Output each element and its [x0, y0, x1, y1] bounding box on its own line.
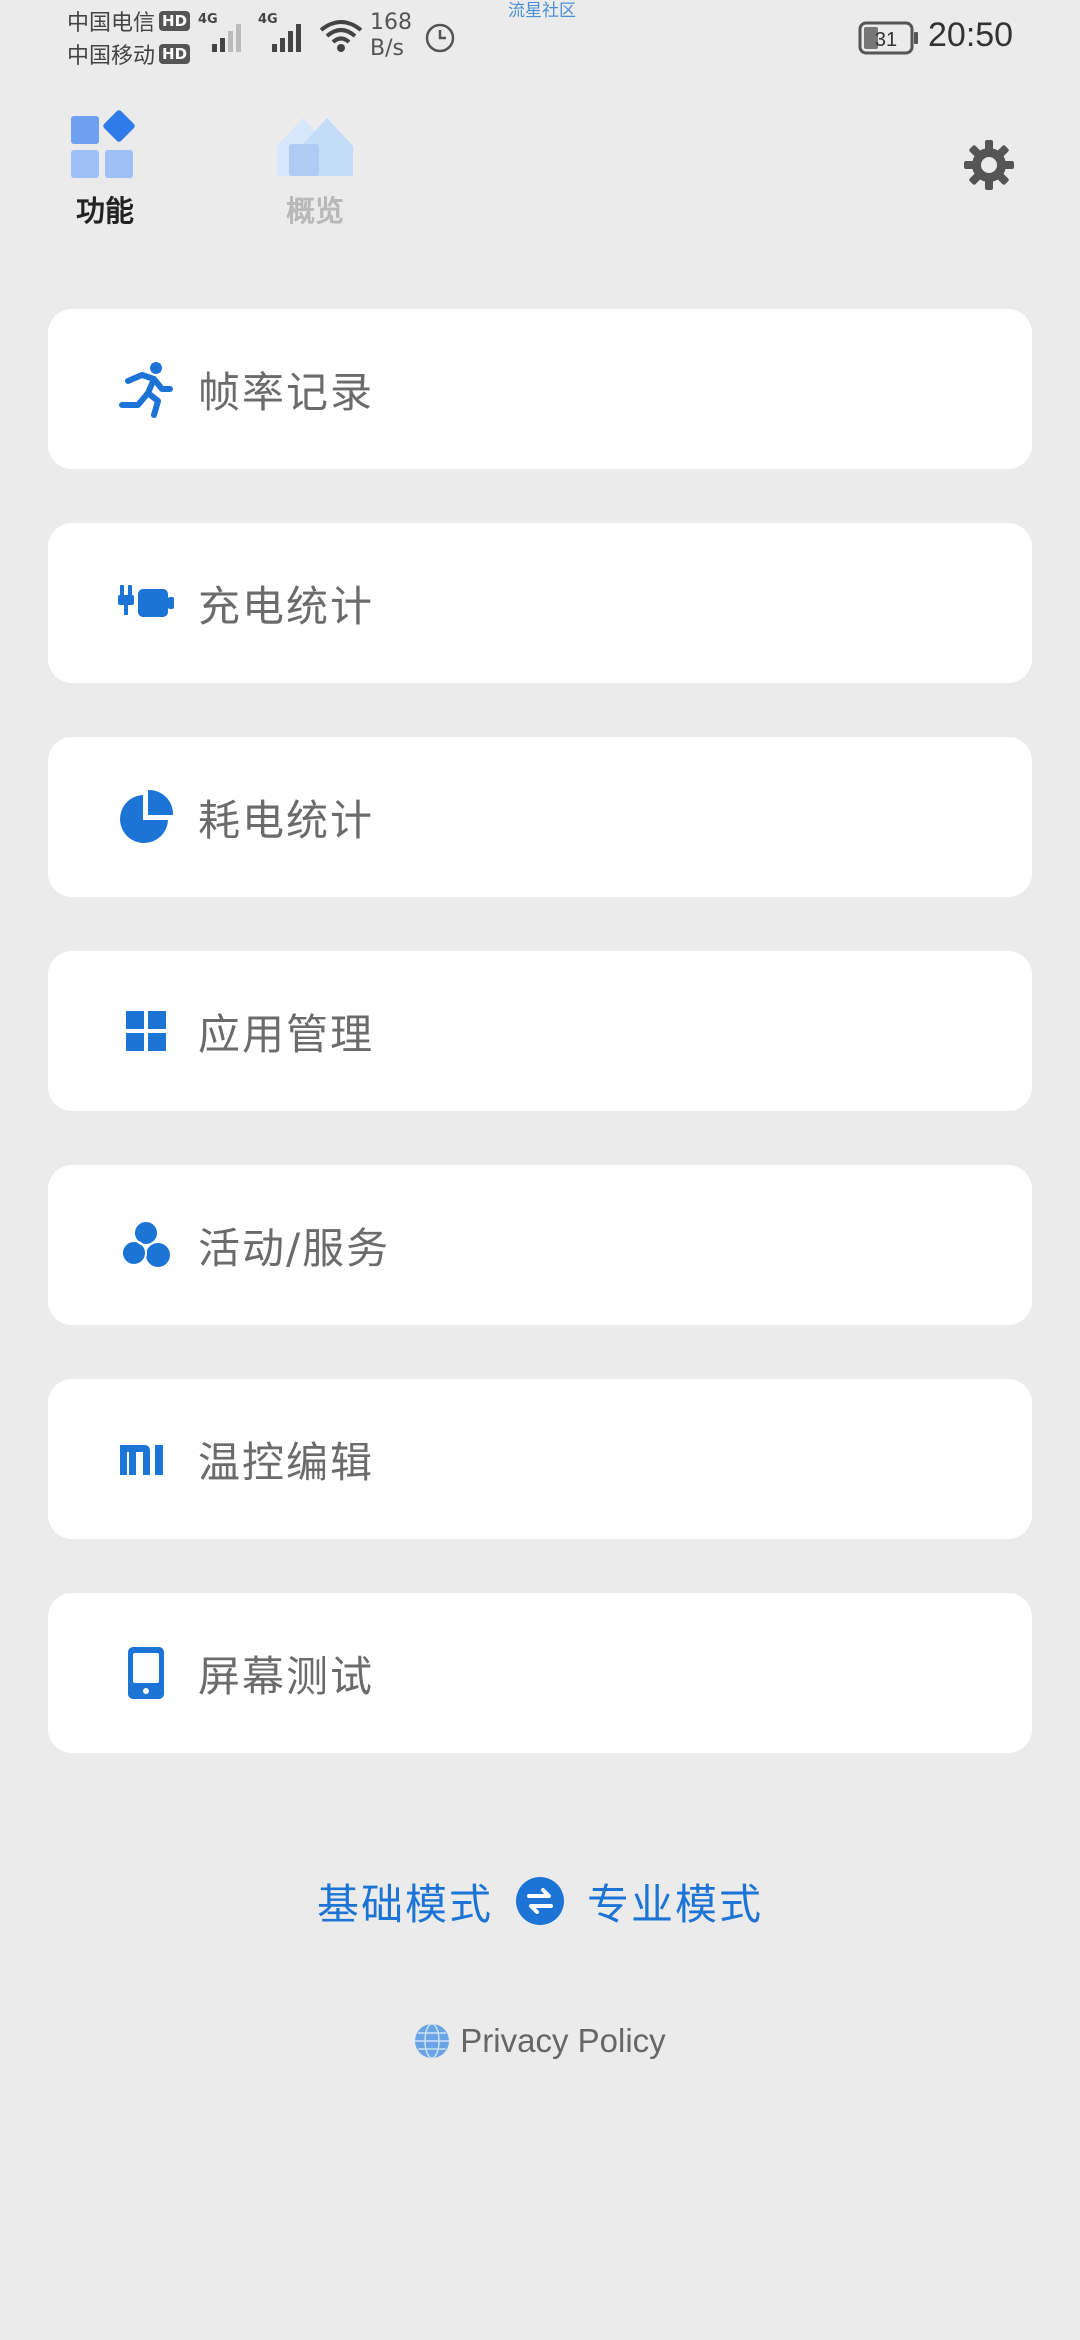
globe-icon: [415, 2023, 450, 2059]
hd-badge: HD: [159, 44, 191, 64]
menu-item-activities-services[interactable]: 活动/服务: [48, 1165, 1032, 1325]
menu-item-label: 活动/服务: [198, 1223, 391, 1273]
gear-icon[interactable]: [962, 138, 1016, 192]
menu-item-screen-test[interactable]: 屏幕测试: [48, 1593, 1032, 1753]
menu-item-thermal-edit[interactable]: 温控编辑: [48, 1379, 1032, 1539]
network-type-label: 4G: [258, 12, 278, 27]
battery-level: 31: [875, 29, 897, 51]
signal-icon: 4G: [258, 12, 312, 60]
home-icon: [277, 118, 353, 176]
mode-switch: 基础模式 专业模式: [0, 1866, 1080, 1936]
charging-plug-icon: [118, 585, 174, 617]
carrier-1-name: 中国电信: [67, 11, 156, 36]
community-label: 流星社区: [508, 1, 576, 21]
menu-item-frame-rate[interactable]: 帧率记录: [48, 309, 1032, 469]
app-grid-icon: [126, 1011, 166, 1051]
network-type-label: 4G: [198, 12, 218, 27]
menu-item-label: 温控编辑: [198, 1437, 375, 1487]
status-bar: 中国电信 HD 中国移动 HD 4G 4G 168 B/s 流星社区 31 20…: [0, 0, 1080, 80]
status-time: 20:50: [928, 16, 1014, 54]
tab-overview[interactable]: 概览: [260, 110, 370, 230]
carrier-1: 中国电信 HD: [67, 6, 192, 36]
menu-item-label: 充电统计: [198, 581, 375, 631]
wifi-icon: [319, 20, 363, 52]
menu-item-label: 帧率记录: [198, 367, 375, 417]
carrier-2-name: 中国移动: [67, 44, 156, 69]
three-circles-icon: [121, 1220, 170, 1267]
alarm-clock-icon: [425, 23, 455, 53]
running-person-icon: [119, 362, 173, 418]
menu-item-power-usage[interactable]: 耗电统计: [48, 737, 1032, 897]
battery-icon: 31: [858, 21, 918, 55]
hd-badge: HD: [159, 11, 191, 31]
carrier-2: 中国移动 HD: [67, 39, 192, 69]
menu-item-label: 屏幕测试: [198, 1651, 375, 1701]
basic-mode-button[interactable]: 基础模式: [317, 1871, 493, 1932]
menu-item-charging-stats[interactable]: 充电统计: [48, 523, 1032, 683]
menu-item-label: 应用管理: [198, 1009, 375, 1059]
signal-icon: 4G: [198, 12, 248, 60]
carrier-info: 中国电信 HD 中国移动 HD: [67, 6, 192, 69]
pie-chart-icon: [120, 789, 174, 843]
privacy-policy-link[interactable]: Privacy Policy: [0, 2016, 1080, 2066]
mi-logo-icon: [120, 1445, 163, 1475]
tab-functions-label: 功能: [75, 194, 134, 228]
functions-grid-icon: [71, 110, 135, 178]
tab-overview-label: 概览: [285, 194, 344, 228]
app-screen: 中国电信 HD 中国移动 HD 4G 4G 168 B/s 流星社区 31 20…: [0, 0, 1080, 2340]
swap-arrows-icon[interactable]: [515, 1876, 565, 1926]
phone-screen-icon: [128, 1647, 164, 1699]
tab-functions[interactable]: 功能: [50, 110, 160, 230]
privacy-policy-label: Privacy Policy: [460, 2022, 666, 2059]
pro-mode-button[interactable]: 专业模式: [587, 1871, 763, 1932]
menu-item-label: 耗电统计: [198, 795, 375, 845]
menu-item-app-management[interactable]: 应用管理: [48, 951, 1032, 1111]
